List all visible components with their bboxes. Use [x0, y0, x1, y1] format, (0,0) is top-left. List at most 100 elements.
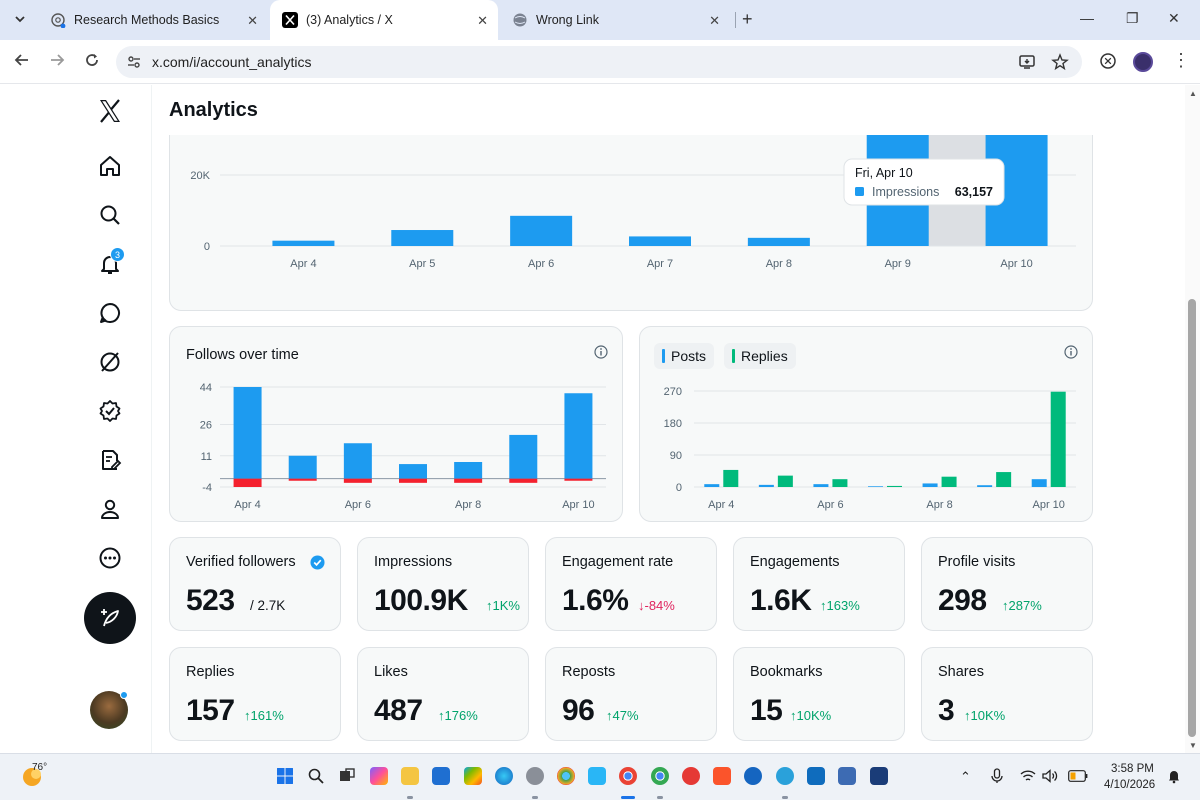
stat-card-engagements[interactable]: Engagements 1.6K ↑163% [733, 537, 905, 631]
posts-replies-chart[interactable]: 270 180 90 0 Apr 4 Apr 6 Apr 8 Apr 10 [640, 327, 1094, 523]
copilot-icon[interactable] [370, 767, 388, 785]
bar-replies [941, 476, 957, 487]
impressions-chart-card: 40K20K0Apr 4Apr 5Apr 6Apr 7Apr 8Apr 9Apr… [169, 105, 1093, 311]
microsoft-store-icon[interactable] [432, 767, 450, 785]
scroll-up-arrow[interactable]: ▲ [1189, 89, 1197, 98]
browser-app-icon[interactable] [744, 767, 762, 785]
edge-icon[interactable] [495, 767, 513, 785]
reload-icon [86, 54, 98, 66]
close-tab-icon[interactable]: ✕ [709, 13, 720, 29]
follows-chart[interactable]: 44 26 11 -4 Apr 4 Apr 6 Apr 8 Apr 10 [170, 327, 624, 523]
bar-follows-gained [233, 387, 262, 479]
close-tab-icon[interactable]: ✕ [247, 13, 258, 29]
taskbar-search-icon[interactable] [307, 767, 325, 785]
x-tick-label: Apr 9 [885, 258, 911, 270]
stat-label: Impressions [374, 554, 453, 570]
tab-title: Wrong Link [536, 13, 599, 27]
stat-value: 96 [562, 694, 595, 727]
chatgpt-icon [50, 12, 66, 28]
stat-card-bookmarks[interactable]: Bookmarks 15 ↑10K% [733, 647, 905, 741]
outlook-icon[interactable] [807, 767, 825, 785]
x-logo-link[interactable] [96, 97, 124, 125]
photos-icon[interactable] [464, 767, 482, 785]
stat-card-impressions[interactable]: Impressions 100.9K ↑1K% [357, 537, 529, 631]
nav-profile[interactable] [96, 495, 124, 523]
stat-card-likes[interactable]: Likes 487 ↑176% [357, 647, 529, 741]
stat-card-verified-followers[interactable]: Verified followers 523 / 2.7K [169, 537, 341, 631]
address-bar[interactable]: x.com/i/account_analytics [116, 46, 1082, 78]
tab-research-methods[interactable]: Research Methods Basics ✕ [38, 0, 268, 40]
nav-drafts[interactable] [96, 446, 124, 474]
nav-home[interactable] [96, 152, 124, 180]
telegram-icon[interactable] [776, 767, 794, 785]
tab-analytics[interactable]: (3) Analytics / X ✕ [270, 0, 498, 40]
notification-bell-icon[interactable] [1166, 768, 1182, 784]
reload-button[interactable] [84, 52, 100, 73]
browser-tab-strip: Research Methods Basics ✕ (3) Analytics … [0, 0, 1200, 40]
tray-chevron-up-icon[interactable]: ⌃ [960, 769, 971, 785]
compose-post-button[interactable] [84, 592, 136, 644]
microphone-icon[interactable] [990, 768, 1004, 784]
close-tab-icon[interactable]: ✕ [477, 13, 488, 29]
battery-icon[interactable] [1068, 770, 1088, 782]
bar-impressions [629, 236, 691, 246]
settings-gear-icon[interactable] [526, 767, 544, 785]
chat-bubble-icon [100, 303, 120, 323]
back-button[interactable] [14, 52, 30, 73]
wifi-icon[interactable] [1020, 769, 1036, 783]
nav-explore[interactable] [96, 201, 124, 229]
profile-avatar[interactable] [1133, 52, 1153, 72]
scrollbar-thumb[interactable] [1188, 299, 1196, 737]
stat-delta: ↑163% [820, 598, 860, 613]
browser-menu-button[interactable]: ⋮ [1172, 50, 1190, 71]
pdf-reader-icon[interactable] [682, 767, 700, 785]
tab-search-button[interactable] [8, 7, 32, 31]
running-indicator [782, 796, 788, 799]
app-icon[interactable] [838, 767, 856, 785]
minimize-button[interactable]: — [1080, 10, 1094, 26]
stat-card-reposts[interactable]: Reposts 96 ↑47% [545, 647, 717, 741]
tab-wrong-link[interactable]: Wrong Link ✕ [500, 0, 730, 40]
nav-more[interactable] [96, 544, 124, 572]
clock-time[interactable]: 3:58 PM [1111, 763, 1154, 775]
stat-card-engagement-rate[interactable]: Engagement rate 1.6% ↓-84% [545, 537, 717, 631]
file-explorer-icon[interactable] [401, 767, 419, 785]
running-indicator [657, 796, 663, 799]
notepad-icon[interactable] [588, 767, 606, 785]
chrome-alt-icon[interactable] [557, 767, 575, 785]
task-view-icon[interactable] [338, 767, 356, 785]
windows-start-icon[interactable] [276, 767, 294, 785]
stat-card-shares[interactable]: Shares 3 ↑10K% [921, 647, 1093, 741]
close-window-button[interactable]: ✕ [1168, 10, 1180, 27]
grok-icon [100, 352, 120, 372]
bar-replies [1050, 391, 1066, 487]
scroll-down-arrow[interactable]: ▼ [1189, 741, 1197, 750]
chrome-profile-icon[interactable] [651, 767, 669, 785]
impressions-chart[interactable]: 40K20K0Apr 4Apr 5Apr 6Apr 7Apr 8Apr 9Apr… [170, 106, 1094, 312]
extensions-icon[interactable] [1099, 52, 1117, 70]
site-info-icon[interactable] [126, 54, 142, 70]
bookmark-star-icon[interactable] [1051, 53, 1069, 71]
stat-card-profile-visits[interactable]: Profile visits 298 ↑287% [921, 537, 1093, 631]
nav-grok[interactable] [96, 348, 124, 376]
new-tab-button[interactable]: + [742, 9, 753, 30]
nav-verified[interactable] [96, 397, 124, 425]
forward-button[interactable] [49, 52, 65, 73]
brave-icon[interactable] [713, 767, 731, 785]
browser-toolbar: x.com/i/account_analytics ⋮ [0, 40, 1200, 84]
x-tick-label: Apr 4 [708, 499, 734, 511]
dark-web-app-icon[interactable] [870, 767, 888, 785]
stat-card-replies[interactable]: Replies 157 ↑161% [169, 647, 341, 741]
clock-date[interactable]: 4/10/2026 [1104, 779, 1155, 791]
bar-impressions [747, 237, 810, 246]
chrome-icon[interactable] [619, 767, 637, 785]
stat-label: Reposts [562, 664, 616, 680]
speaker-icon[interactable] [1042, 769, 1058, 783]
x-sidebar: 3 [0, 85, 152, 753]
restore-button[interactable]: ❐ [1126, 10, 1139, 27]
nav-grok-chat[interactable] [96, 299, 124, 327]
stat-sub: / 2.7K [250, 598, 286, 613]
tooltip-swatch [855, 187, 864, 196]
install-app-icon[interactable] [1018, 53, 1036, 71]
bar-follows-lost [233, 478, 262, 487]
